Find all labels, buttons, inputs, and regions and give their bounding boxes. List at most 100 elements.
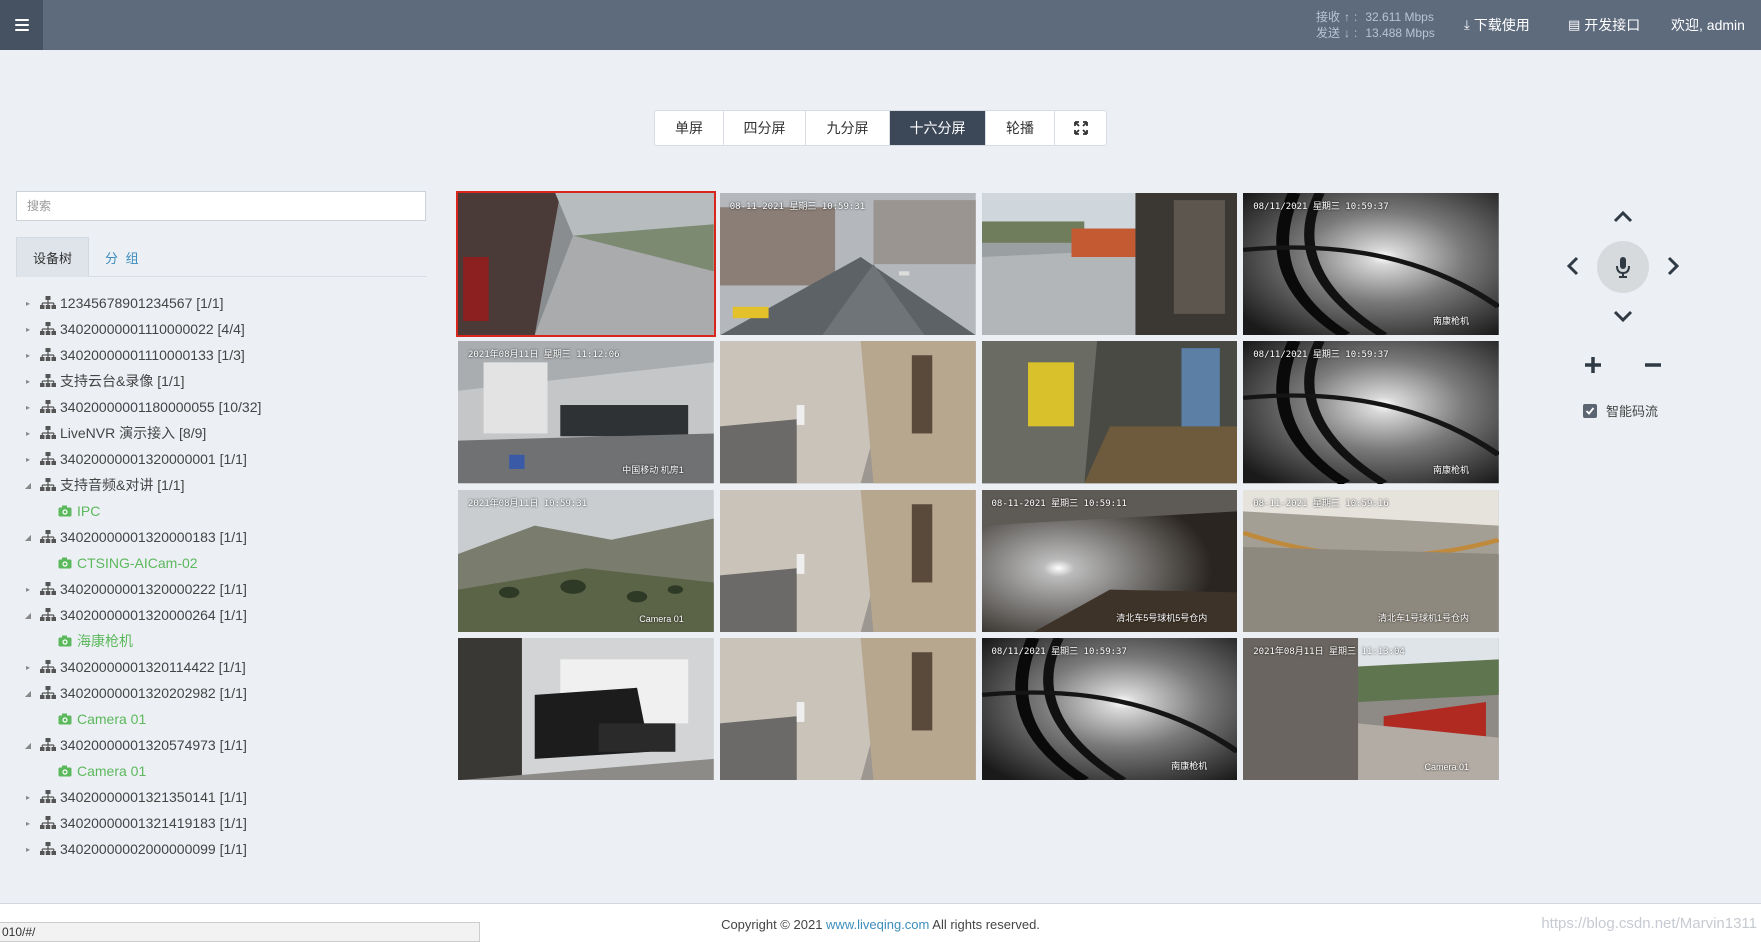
tree-device-item[interactable]: ▸ 34020000001320000222 [1/1] [22,576,422,602]
single-screen-button[interactable]: 单屏 [655,111,724,145]
tree-device-item[interactable]: ▸ 34020000001320114422 [1/1] [22,654,422,680]
caret-right-icon[interactable]: ▸ [22,819,34,828]
arrow-down-icon: ↓ [1344,26,1351,40]
video-cell[interactable] [980,339,1240,485]
tree-device-item[interactable]: ▸ 34020000001320000001 [1/1] [22,446,422,472]
video-cell[interactable] [718,636,978,782]
video-cell[interactable] [718,339,978,485]
tree-device-item[interactable]: ◢ 支持音频&对讲 [1/1] [22,472,422,498]
tree-channel-item[interactable]: Camera 01 [22,758,422,784]
ptz-down-button[interactable] [1608,301,1638,331]
sitemap-icon [40,790,56,803]
ptz-right-button[interactable] [1658,251,1688,281]
caret-down-icon[interactable]: ◢ [22,689,34,698]
liveqing-link[interactable]: www.liveqing.com [826,917,929,932]
ptz-up-button[interactable] [1608,202,1638,232]
video-timestamp: 2021年08月11日 星期三 11:13:04 [1253,646,1405,657]
caret-right-icon[interactable]: ▸ [22,299,34,308]
tree-device-item[interactable]: ◢ 34020000001320202982 [1/1] [22,680,422,706]
device-search-input[interactable] [16,191,426,221]
plus-icon [1585,357,1601,373]
user-menu[interactable]: 欢迎, admin [1671,0,1745,50]
caret-down-icon[interactable]: ◢ [22,481,34,490]
video-cell[interactable]: 08-11-2021 星期三 10:59:31 [718,191,978,337]
video-frame [719,637,976,780]
zoom-in-button[interactable] [1578,350,1608,380]
caret-right-icon[interactable]: ▸ [22,351,34,360]
video-cell[interactable]: 2021年08月11日 星期三 11:12:06 中国移动 机房1 [456,339,716,485]
tree-device-item[interactable]: ▸ 34020000001321419183 [1/1] [22,810,422,836]
video-cell[interactable] [718,488,978,634]
tab-group[interactable]: 分 组 [89,237,157,277]
download-link[interactable]: ⤓ 下载使用 [1464,0,1530,50]
video-cell[interactable]: 2021年08月11日 10:59:31 Camera 01 [456,488,716,634]
caret-down-icon[interactable]: ◢ [22,611,34,620]
caret-down-icon[interactable]: ◢ [22,533,34,542]
tree-item-label: CTSING-AICam-02 [77,555,198,571]
sitemap-icon [40,322,56,335]
receive-rate: 32.611 Mbps [1365,10,1434,24]
video-cell[interactable] [456,636,716,782]
talk-button[interactable] [1597,241,1649,293]
arrow-up-icon: ↑ [1344,10,1351,24]
tree-device-item[interactable]: ◢ 34020000001320000264 [1/1] [22,602,422,628]
video-frame [458,637,714,780]
tree-channel-item[interactable]: IPC [22,498,422,524]
four-screen-button[interactable]: 四分屏 [724,111,806,145]
tree-device-item[interactable]: ▸ LiveNVR 演示接入 [8/9] [22,420,422,446]
tree-device-item[interactable]: ▸ 34020000002000000099 [1/1] [22,836,422,862]
video-cell[interactable]: 08-11-2021 星期三 10:59:16 清北车1号球机1号仓内 [1241,488,1501,634]
caret-down-icon[interactable]: ◢ [22,741,34,750]
checkbox-checked-icon[interactable] [1583,403,1597,418]
camera-icon [58,765,72,777]
tree-channel-item[interactable]: 海康枪机 [22,628,422,654]
tree-item-label: 34020000001320574973 [1/1] [60,737,247,753]
tree-device-item[interactable]: ▸ 34020000001110000133 [1/3] [22,342,422,368]
caret-right-icon[interactable]: ▸ [22,455,34,464]
menu-toggle-button[interactable] [0,0,43,50]
video-cell[interactable]: 08/11/2021 星期三 10:59:37 南康枪机 [980,636,1240,782]
sixteen-screen-button[interactable]: 十六分屏 [890,111,986,145]
video-caption: Camera 01 [1424,762,1469,772]
api-link[interactable]: ▤ 开发接口 [1568,0,1640,50]
video-cell[interactable] [456,191,716,338]
tree-item-label: Camera 01 [77,763,147,779]
copyright-prefix: Copyright © 2021 [721,917,827,932]
caret-right-icon[interactable]: ▸ [22,793,34,802]
caret-right-icon[interactable]: ▸ [22,663,34,672]
tree-item-label: 34020000001320000264 [1/1] [60,607,247,623]
tree-device-item[interactable]: ▸ 12345678901234567 [1/1] [22,290,422,316]
tree-device-item[interactable]: ▸ 34020000001321350141 [1/1] [22,784,422,810]
ptz-left-button[interactable] [1558,251,1588,281]
carousel-button[interactable]: 轮播 [986,111,1055,145]
caret-right-icon[interactable]: ▸ [22,585,34,594]
fullscreen-button[interactable] [1055,111,1106,145]
book-icon: ▤ [1568,17,1581,32]
tree-device-item[interactable]: ▸ 34020000001110000022 [4/4] [22,316,422,342]
video-cell[interactable]: 08/11/2021 星期三 10:59:37 南康枪机 [1241,339,1501,485]
video-cell[interactable]: 08-11-2021 星期三 10:59:11 清北车5号球机5号仓内 [980,488,1240,634]
caret-right-icon[interactable]: ▸ [22,429,34,438]
smart-stream-toggle[interactable]: 智能码流 [1583,401,1658,420]
zoom-out-button[interactable] [1638,350,1668,380]
sitemap-icon [40,660,56,673]
tree-device-item[interactable]: ▸ 34020000001180000055 [10/32] [22,394,422,420]
video-cell[interactable] [980,191,1240,337]
tree-channel-item[interactable]: CTSING-AICam-02 [22,550,422,576]
caret-right-icon[interactable]: ▸ [22,377,34,386]
tab-device-tree[interactable]: 设备树 [16,237,90,277]
tree-device-item[interactable]: ▸ 支持云台&录像 [1/1] [22,368,422,394]
caret-right-icon[interactable]: ▸ [22,845,34,854]
video-caption: 清北车5号球机5号仓内 [1116,612,1208,623]
tree-channel-item[interactable]: Camera 01 [22,706,422,732]
sitemap-icon [40,426,56,439]
caret-right-icon[interactable]: ▸ [22,325,34,334]
tree-device-item[interactable]: ◢ 34020000001320000183 [1/1] [22,524,422,550]
tree-device-item[interactable]: ◢ 34020000001320574973 [1/1] [22,732,422,758]
caret-right-icon[interactable]: ▸ [22,403,34,412]
download-icon: ⤓ [1464,17,1470,32]
video-caption: 南康枪机 [1171,761,1208,771]
nine-screen-button[interactable]: 九分屏 [806,111,890,145]
video-cell[interactable]: 2021年08月11日 星期三 11:13:04 Camera 01 [1241,636,1501,782]
video-cell[interactable]: 08/11/2021 星期三 10:59:37 南康枪机 [1241,191,1501,337]
